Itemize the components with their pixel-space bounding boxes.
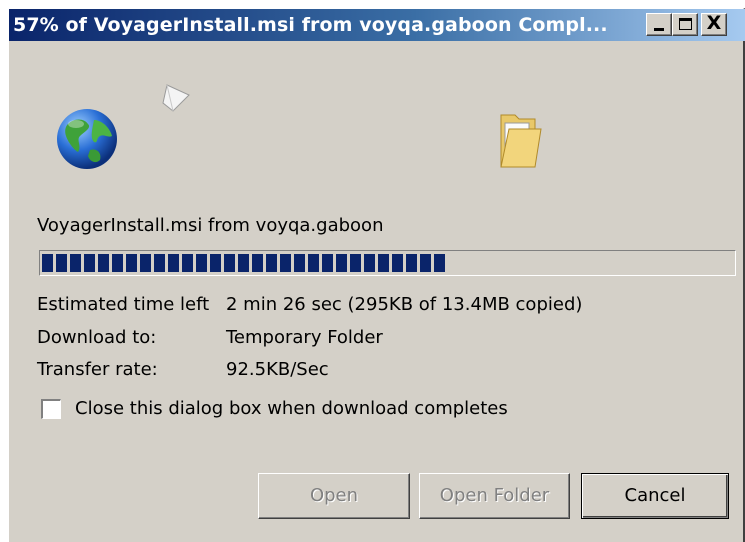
maximize-button[interactable] (672, 13, 698, 36)
download-dialog: 57% of VoyagerInstall.msi from voyqa.gab… (8, 8, 745, 542)
window-title: 57% of VoyagerInstall.msi from voyqa.gab… (13, 14, 608, 36)
close-on-complete-checkbox[interactable] (41, 399, 61, 419)
progress-fill (42, 254, 445, 272)
paper-icon (162, 84, 190, 112)
download-progress-bar (39, 250, 736, 276)
open-button[interactable]: Open (258, 473, 410, 519)
open-folder-button[interactable]: Open Folder (419, 473, 570, 519)
title-bar[interactable]: 57% of VoyagerInstall.msi from voyqa.gab… (9, 9, 745, 41)
file-source-label: VoyagerInstall.msi from voyqa.gaboon (37, 215, 384, 236)
minimize-icon (654, 28, 664, 31)
close-button[interactable]: X (701, 12, 727, 36)
close-icon: X (706, 12, 722, 34)
transfer-rate-label: Transfer rate: (37, 359, 158, 380)
maximize-icon (679, 18, 692, 30)
estimated-time-label: Estimated time left (37, 294, 210, 315)
download-to-value: Temporary Folder (226, 327, 383, 348)
download-to-label: Download to: (37, 327, 157, 348)
close-on-complete-label[interactable]: Close this dialog box when download comp… (75, 398, 508, 419)
cancel-button[interactable]: Cancel (581, 473, 729, 519)
minimize-button[interactable] (646, 13, 672, 36)
folder-icon (500, 114, 542, 168)
globe-icon (57, 109, 117, 169)
transfer-rate-value: 92.5KB/Sec (226, 359, 329, 380)
estimated-time-value: 2 min 26 sec (295KB of 13.4MB copied) (226, 294, 583, 315)
